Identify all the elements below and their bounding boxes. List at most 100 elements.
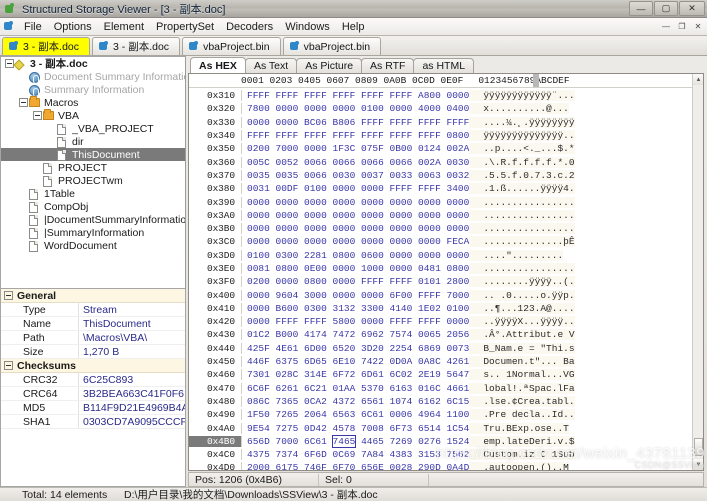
hex-row-bytes[interactable]: 7800 0000 0000 0000 0100 0000 4000 0400 [241,103,469,115]
hex-row-bytes[interactable]: 1F50 7265 2064 6563 6C61 0006 4964 1100 [241,409,469,421]
hex-row-bytes[interactable]: 2000 6175 746F 6F70 656E 0028 290D 0A4D [241,462,469,470]
hex-row[interactable]: 0x340 FFFF FFFF FFFF FFFF FFFF FFFF FFFF … [189,129,703,142]
hex-row[interactable]: 0x350 0200 7000 0000 1F3C 075F 0B00 0124 … [189,142,703,155]
group-collapse-icon[interactable] [4,361,13,370]
document-tab-3[interactable]: vbaProject.bin [282,37,382,55]
property-group-general[interactable]: General [1,289,185,303]
hex-row-bytes[interactable]: 446F 6375 6D65 6E10 7422 0D0A 0A8C 4261 [241,356,469,368]
hex-row-bytes[interactable]: 0081 0800 0E00 0000 1000 0000 0481 0800 [241,263,469,274]
view-tab-as-rtf[interactable]: As RTF [361,58,415,73]
hex-row[interactable]: 0x3B0 0000 0000 0000 0000 0000 0000 0000 … [189,222,703,235]
property-row[interactable]: Size 1,270 B [1,345,185,359]
hex-row[interactable]: 0x4C0 4375 7374 6F6D 0C69 7A84 4383 3153 … [189,448,703,461]
maximize-button[interactable]: ▢ [654,1,678,16]
scroll-down-arrow-icon[interactable]: ▼ [693,459,703,470]
hex-row[interactable]: 0x3F0 0200 0000 0800 0000 FFFF FFFF 0101 … [189,275,703,288]
tree-collapse-icon[interactable] [5,59,14,68]
hex-row-bytes[interactable]: FFFF FFFF FFFF FFFF FFFF FFFF A800 0000 [241,90,469,102]
tree-node-summary-information[interactable]: Summary Information [1,83,185,97]
tree-node-vba[interactable]: VBA [1,109,185,122]
hex-row-bytes[interactable]: 656D 7000 6C61 7465 4465 7269 0276 1524 [241,434,469,448]
hex-row-bytes[interactable]: 005C 0052 0066 0066 0066 0066 002A 0030 [241,156,469,168]
hex-cursor-byte[interactable]: 7465 [331,434,357,448]
hex-row[interactable]: 0x3D0 0100 0300 2281 0800 0600 0000 0000 … [189,249,703,262]
hex-row[interactable]: 0x4B0 656D 7000 6C61 7465 4465 7269 0276 … [189,434,703,448]
property-row[interactable]: CRC32 6C25C893 [1,373,185,387]
hex-row-bytes[interactable]: 0000 0000 0000 0000 0000 0000 0000 0000 [241,223,469,235]
tree-node-3-doc[interactable]: 3 - 副本.doc [1,57,185,70]
hex-row[interactable]: 0x460 7301 028C 314E 6F72 6D61 6C02 2E19 … [189,368,703,381]
property-group-checksums[interactable]: Checksums [1,359,185,373]
hex-row[interactable]: 0x3C0 0000 0000 0000 0000 0000 0000 0000 … [189,235,703,248]
hex-row-bytes[interactable]: 7301 028C 314E 6F72 6D61 6C02 2E19 5647 [241,369,469,381]
hex-row[interactable]: 0x4A0 9E54 7275 0D42 4578 7008 6F73 6514 … [189,421,703,434]
tree-node--vba-project[interactable]: _VBA_PROJECT [1,122,185,135]
mdi-minimize-button[interactable]: — [659,20,673,33]
tree-node-1table[interactable]: 1Table [1,187,185,200]
hex-row[interactable]: 0x400 0000 9604 3000 0000 0000 6F00 FFFF … [189,288,703,301]
tree-node-macros[interactable]: Macros [1,96,185,109]
hex-row[interactable]: 0x3A0 0000 0000 0000 0000 0000 0000 0000 … [189,209,703,222]
mdi-close-button[interactable]: ✕ [691,20,705,33]
tree-collapse-icon[interactable] [19,98,28,107]
hex-row-bytes[interactable]: 0200 0000 0800 0000 FFFF FFFF 0101 2800 [241,276,469,288]
menu-item-windows[interactable]: Windows [279,20,336,34]
mdi-restore-button[interactable]: ❐ [675,20,689,33]
hex-row[interactable]: 0x380 0031 00DF 0100 0000 0000 FFFF FFFF … [189,182,703,195]
group-collapse-icon[interactable] [4,291,13,300]
hex-row-bytes[interactable]: 0000 0000 0000 0000 0000 0000 0000 0000 [241,209,469,221]
hex-row-bytes[interactable]: 9E54 7275 0D42 4578 7008 6F73 6514 1C54 [241,422,469,434]
tree-node--documentsummaryinformation[interactable]: |DocumentSummaryInformation [1,213,185,226]
tree-node-thisdocument[interactable]: ThisDocument [1,148,185,161]
menu-item-options[interactable]: Options [48,20,98,34]
hex-row-bytes[interactable]: 0000 0000 BC06 B806 FFFF FFFF FFFF FFFF [241,116,469,128]
hex-row[interactable]: 0x440 425F 4E61 6D00 6520 3D20 2254 6869 … [189,342,703,355]
tree-node-document-summary-information[interactable]: Document Summary Information [1,70,185,84]
hex-row-bytes[interactable]: 425F 4E61 6D00 6520 3D20 2254 6869 0073 [241,342,469,354]
tree-node-dir[interactable]: dir [1,135,185,148]
hex-row[interactable]: 0x430 01C2 B000 4174 7472 6962 7574 0065 … [189,328,703,341]
hex-row[interactable]: 0x4D0 2000 6175 746F 6F70 656E 0028 290D … [189,461,703,470]
tree-node-worddocument[interactable]: WordDocument [1,239,185,252]
menu-item-help[interactable]: Help [336,20,371,34]
tree-collapse-icon[interactable] [33,111,42,120]
hex-row-bytes[interactable]: 0000 9604 3000 0000 0000 6F00 FFFF 7000 [241,289,469,301]
property-row[interactable]: SHA1 0303CD7A9095CCCF69... [1,415,185,429]
hex-row[interactable]: 0x490 1F50 7265 2064 6563 6C61 0006 4964 … [189,408,703,421]
property-row[interactable]: MD5 B114F9D21E4969B4A47... [1,401,185,415]
storage-tree[interactable]: 3 - 副本.doc Document Summary Information Su… [0,56,186,289]
hex-vertical-scrollbar[interactable]: ▲ ▼ [692,74,703,470]
hex-row-bytes[interactable]: 0000 0000 0000 0000 0000 0000 0000 FECA [241,236,469,248]
tree-node-projectwm[interactable]: PROJECTwm [1,174,185,187]
tree-node-compobj[interactable]: CompObj [1,200,185,213]
view-tab-as-html[interactable]: as HTML [413,58,475,73]
property-row[interactable]: Type Stream [1,303,185,317]
hex-row-bytes[interactable]: 0200 7000 0000 1F3C 075F 0B00 0124 002A [241,143,469,155]
hex-row-bytes[interactable]: 0100 0300 2281 0800 0600 0000 0000 0000 [241,249,469,261]
hex-row-bytes[interactable]: 0035 0035 0066 0030 0037 0033 0063 0032 [241,169,469,181]
document-tab-1[interactable]: 3 - 副本.doc [92,37,181,55]
tree-node-project[interactable]: PROJECT [1,161,185,174]
hex-row[interactable]: 0x330 0000 0000 BC06 B806 FFFF FFFF FFFF … [189,116,703,129]
hex-row[interactable]: 0x390 0000 0000 0000 0000 0000 0000 0000 … [189,195,703,208]
hex-row-bytes[interactable]: 4375 7374 6F6D 0C69 7A84 4383 3153 7562 [241,449,469,461]
hex-row[interactable]: 0x3E0 0081 0800 0E00 0000 1000 0000 0481 … [189,262,703,275]
property-row[interactable]: CRC64 3B2BEA663C41F0F6 [1,387,185,401]
hex-viewer[interactable]: 0001 0203 0405 0607 0809 0A0B 0C0D 0E0F … [188,73,704,471]
hex-row-bytes[interactable]: 0000 0000 0000 0000 0000 0000 0000 0000 [241,196,469,208]
hex-row[interactable]: 0x410 0000 B600 0300 3132 3300 4140 1E02 … [189,302,703,315]
hex-row[interactable]: 0x470 6C6F 6261 6C21 01AA 5370 6163 016C … [189,382,703,395]
hex-row-bytes[interactable]: 6C6F 6261 6C21 01AA 5370 6163 016C 4661 [241,382,469,394]
close-button[interactable]: ✕ [679,1,705,16]
scroll-up-arrow-icon[interactable]: ▲ [693,74,703,85]
hex-row[interactable]: 0x370 0035 0035 0066 0030 0037 0033 0063 … [189,169,703,182]
hex-row-bytes[interactable]: 0000 FFFF FFFF 5800 0000 FFFF FFFF 0000 [241,316,469,328]
hex-row-bytes[interactable]: 01C2 B000 4174 7472 6962 7574 0065 2056 [241,329,469,341]
scrollbar-thumb[interactable] [694,438,703,456]
menu-item-file[interactable]: File [18,20,48,34]
hex-row[interactable]: 0x310 FFFF FFFF FFFF FFFF FFFF FFFF A800 … [189,89,703,102]
document-tab-0[interactable]: 3 - 副本.doc [2,37,91,55]
menu-item-propertyset[interactable]: PropertySet [150,20,220,34]
document-tab-2[interactable]: vbaProject.bin [182,37,281,55]
view-tab-as-hex[interactable]: As HEX [190,57,246,73]
